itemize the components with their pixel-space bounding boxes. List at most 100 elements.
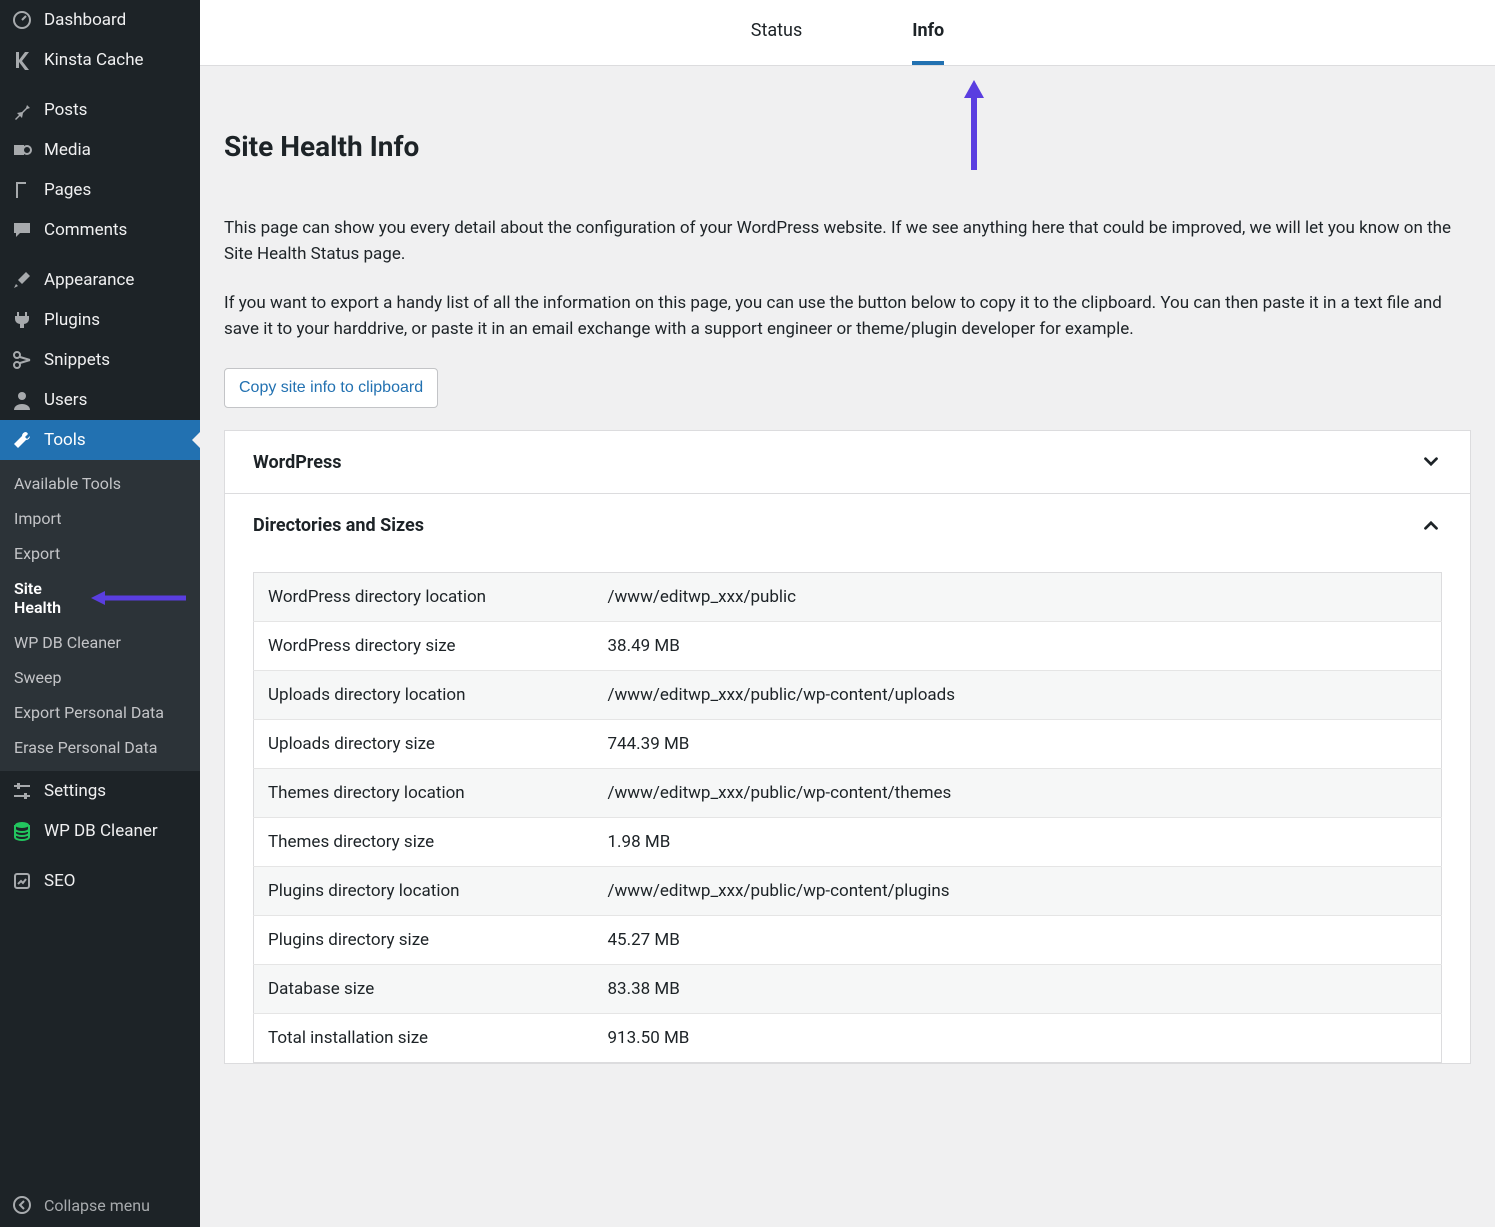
table-row: Database size83.38 MB — [254, 965, 1442, 1014]
sidebar-item-seo[interactable]: SEO — [0, 861, 200, 901]
table-cell-value: /www/editwp_xxx/public/wp-content/plugin… — [594, 867, 1442, 916]
table-cell-label: WordPress directory size — [254, 622, 594, 671]
submenu-available-tools[interactable]: Available Tools — [0, 466, 200, 501]
table-row: Uploads directory location/www/editwp_xx… — [254, 671, 1442, 720]
collapse-menu-button[interactable]: Collapse menu — [0, 1183, 200, 1227]
user-icon — [12, 390, 32, 410]
submenu-site-health[interactable]: Site Health — [0, 571, 200, 625]
sidebar-item-comments[interactable]: Comments — [0, 210, 200, 250]
sidebar-item-label: Settings — [44, 781, 106, 801]
sidebar-item-settings[interactable]: Settings — [0, 771, 200, 811]
sidebar-item-posts[interactable]: Posts — [0, 90, 200, 130]
brush-icon — [12, 270, 32, 290]
table-row: Total installation size913.50 MB — [254, 1014, 1442, 1063]
table-cell-value: 45.27 MB — [594, 916, 1442, 965]
chevron-up-icon — [1420, 514, 1442, 536]
comment-icon — [12, 220, 32, 240]
sidebar-item-wp-db-cleaner[interactable]: WP DB Cleaner — [0, 811, 200, 851]
table-cell-value: /www/editwp_xxx/public/wp-content/themes — [594, 769, 1442, 818]
table-row: Themes directory location/www/editwp_xxx… — [254, 769, 1442, 818]
table-cell-value: 83.38 MB — [594, 965, 1442, 1014]
accordion-wordpress: WordPress — [224, 430, 1471, 494]
table-row: Themes directory size1.98 MB — [254, 818, 1442, 867]
wrench-icon — [12, 430, 32, 450]
sidebar-item-label: Posts — [44, 100, 87, 120]
table-cell-value: /www/editwp_xxx/public/wp-content/upload… — [594, 671, 1442, 720]
database-icon — [12, 821, 32, 841]
intro-paragraph: If you want to export a handy list of al… — [224, 290, 1471, 343]
intro-text: This page can show you every detail abou… — [224, 215, 1471, 342]
submenu-wp-db-cleaner[interactable]: WP DB Cleaner — [0, 625, 200, 660]
table-cell-label: Uploads directory location — [254, 671, 594, 720]
table-cell-label: Plugins directory size — [254, 916, 594, 965]
table-cell-label: WordPress directory location — [254, 573, 594, 622]
table-cell-label: Themes directory location — [254, 769, 594, 818]
table-cell-value: /www/editwp_xxx/public — [594, 573, 1442, 622]
accordion-directories-header[interactable]: Directories and Sizes — [225, 494, 1470, 556]
page-icon — [12, 180, 32, 200]
accordion-title: Directories and Sizes — [253, 515, 424, 536]
admin-sidebar: Dashboard Kinsta Cache Posts Media Pages… — [0, 0, 200, 1227]
submenu-erase-personal[interactable]: Erase Personal Data — [0, 730, 200, 765]
table-row: Uploads directory size744.39 MB — [254, 720, 1442, 769]
accordion-directories: Directories and Sizes WordPress director… — [224, 494, 1471, 1064]
submenu-import[interactable]: Import — [0, 501, 200, 536]
submenu-export-personal[interactable]: Export Personal Data — [0, 695, 200, 730]
sidebar-item-plugins[interactable]: Plugins — [0, 300, 200, 340]
table-cell-value: 38.49 MB — [594, 622, 1442, 671]
sidebar-item-label: Comments — [44, 220, 127, 240]
sidebar-item-dashboard[interactable]: Dashboard — [0, 0, 200, 40]
tools-submenu: Available Tools Import Export Site Healt… — [0, 460, 200, 771]
sidebar-item-label: SEO — [44, 871, 75, 891]
table-cell-label: Database size — [254, 965, 594, 1014]
sidebar-item-snippets[interactable]: Snippets — [0, 340, 200, 380]
sidebar-item-users[interactable]: Users — [0, 380, 200, 420]
sidebar-item-label: Dashboard — [44, 10, 126, 30]
chevron-down-icon — [1420, 451, 1442, 473]
table-row: WordPress directory size38.49 MB — [254, 622, 1442, 671]
table-row: Plugins directory location/www/editwp_xx… — [254, 867, 1442, 916]
annotation-arrow-icon — [91, 589, 186, 607]
table-cell-label: Total installation size — [254, 1014, 594, 1063]
annotation-arrow-icon — [962, 80, 986, 170]
sidebar-item-tools[interactable]: Tools — [0, 420, 200, 460]
seo-icon — [12, 871, 32, 891]
sidebar-item-appearance[interactable]: Appearance — [0, 260, 200, 300]
copy-site-info-button[interactable]: Copy site info to clipboard — [224, 368, 438, 408]
accordion-wordpress-header[interactable]: WordPress — [225, 431, 1470, 493]
site-health-tabs: Status Info — [200, 0, 1495, 66]
directories-table: WordPress directory location/www/editwp_… — [253, 572, 1442, 1063]
tab-status[interactable]: Status — [751, 20, 802, 65]
table-cell-value: 1.98 MB — [594, 818, 1442, 867]
scissors-icon — [12, 350, 32, 370]
table-cell-label: Uploads directory size — [254, 720, 594, 769]
submenu-export[interactable]: Export — [0, 536, 200, 571]
submenu-sweep[interactable]: Sweep — [0, 660, 200, 695]
sidebar-item-media[interactable]: Media — [0, 130, 200, 170]
sidebar-item-label: Media — [44, 140, 91, 160]
kinsta-icon — [12, 50, 32, 70]
sidebar-item-label: Users — [44, 390, 87, 410]
table-row: Plugins directory size45.27 MB — [254, 916, 1442, 965]
tab-info[interactable]: Info — [912, 20, 944, 65]
collapse-label: Collapse menu — [44, 1196, 150, 1215]
sidebar-item-label: Kinsta Cache — [44, 50, 144, 70]
table-cell-label: Plugins directory location — [254, 867, 594, 916]
table-cell-value: 744.39 MB — [594, 720, 1442, 769]
sidebar-item-pages[interactable]: Pages — [0, 170, 200, 210]
sidebar-item-label: Tools — [44, 430, 86, 450]
sidebar-item-kinsta[interactable]: Kinsta Cache — [0, 40, 200, 80]
pin-icon — [12, 100, 32, 120]
sidebar-item-label: WP DB Cleaner — [44, 821, 158, 841]
intro-paragraph: This page can show you every detail abou… — [224, 215, 1471, 268]
sidebar-item-label: Pages — [44, 180, 91, 200]
table-row: WordPress directory location/www/editwp_… — [254, 573, 1442, 622]
media-icon — [12, 140, 32, 160]
main-content: Status Info Site Health Info This page c… — [200, 0, 1495, 1227]
table-cell-label: Themes directory size — [254, 818, 594, 867]
page-title: Site Health Info — [224, 130, 1471, 163]
sliders-icon — [12, 781, 32, 801]
sidebar-item-label: Snippets — [44, 350, 110, 370]
sidebar-item-label: Appearance — [44, 270, 134, 290]
sidebar-item-label: Plugins — [44, 310, 100, 330]
